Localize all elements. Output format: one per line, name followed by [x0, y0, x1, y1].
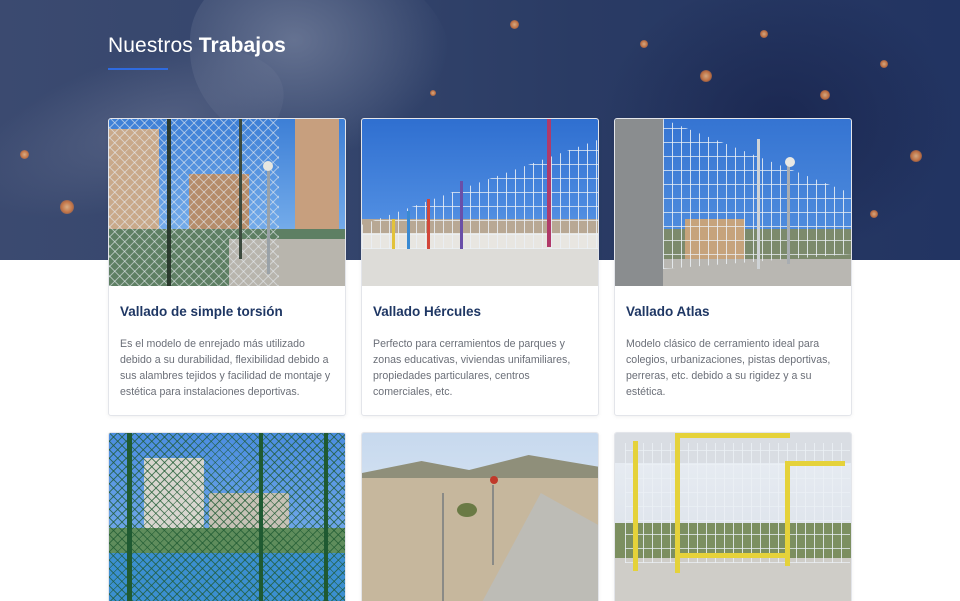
photo-hercules — [362, 119, 598, 286]
photo-atlas — [615, 119, 851, 286]
photo-simple-torsion — [109, 119, 345, 286]
work-card-photo-6[interactable] — [614, 432, 852, 601]
photo-green-fence — [109, 433, 345, 601]
card-description: Modelo clásico de cerramiento ideal para… — [626, 338, 831, 398]
section-title-bold: Trabajos — [198, 34, 286, 57]
work-card-simple-torsion[interactable]: Vallado de simple torsión Es el modelo d… — [108, 118, 346, 416]
card-description: Es el modelo de enrejado más utilizado d… — [120, 338, 331, 398]
section-title-light: Nuestros — [108, 34, 193, 57]
photo-yellow-fence — [615, 433, 851, 601]
card-title[interactable]: Vallado Hércules — [362, 286, 598, 319]
work-card-atlas[interactable]: Vallado Atlas Modelo clásico de cerramie… — [614, 118, 852, 416]
photo-road-fence — [362, 433, 598, 601]
section-title: Nuestros Trabajos — [108, 34, 286, 58]
work-card-hercules[interactable]: Vallado Hércules Perfecto para cerramien… — [361, 118, 599, 416]
card-description: Perfecto para cerramientos de parques y … — [373, 338, 571, 398]
card-title[interactable]: Vallado Atlas — [615, 286, 851, 319]
card-title[interactable]: Vallado de simple torsión — [109, 286, 345, 319]
work-card-photo-4[interactable] — [108, 432, 346, 601]
title-underline — [108, 68, 168, 70]
work-card-photo-5[interactable] — [361, 432, 599, 601]
